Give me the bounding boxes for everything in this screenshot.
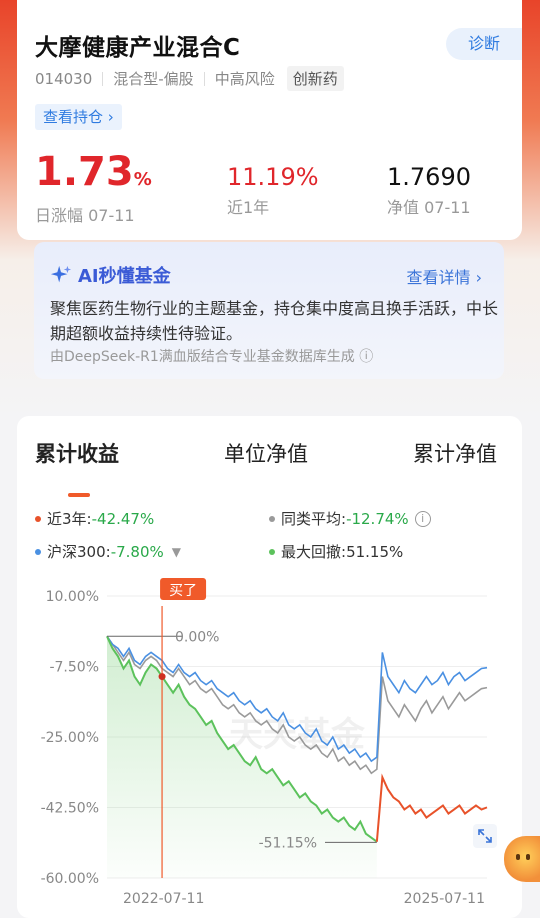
y-tick-label: -7.50% [49, 660, 99, 676]
legend-index-value: -7.80% [110, 542, 164, 561]
watermark: 天天基金 [229, 715, 366, 755]
tab-cumulative-return[interactable]: 累计收益 [35, 438, 119, 468]
ai-title-text: AI秒懂基金 [78, 266, 171, 287]
series-line-fund [375, 773, 488, 842]
chart-tabs: 累计收益 单位净值 累计净值 [17, 438, 522, 497]
fund-tag-badge[interactable]: 创新药 [286, 66, 344, 91]
legend-peer: 同类平均: -12.74% i [269, 508, 431, 529]
ai-title: AI秒懂基金 [50, 262, 171, 288]
day-change-stat: 1.73% 日涨幅 07-11 [35, 152, 152, 226]
legend-drawdown-value: 51.15% [346, 542, 404, 561]
fund-code: 014030 [35, 69, 93, 88]
fund-name: 大摩健康产业混合C [35, 35, 241, 61]
fund-risk: 中高风险 [214, 70, 275, 88]
peak-label: 0.00% [175, 629, 219, 645]
x-end-label: 2025-07-11 [404, 891, 485, 906]
legend-dot [269, 548, 275, 555]
legend-peer-label: 同类平均: [281, 510, 347, 528]
legend-fund-value: -42.47% [91, 509, 155, 528]
nav-value: 1.7690 [387, 163, 471, 191]
fund-tags: 014030 混合型-偏股 中高风险 创新药 [35, 66, 344, 91]
year-change-value: 11.19% [227, 163, 319, 191]
buy-badge-label: 买了 [169, 583, 197, 599]
chart-card: 累计收益 单位净值 累计净值 近3年: -42.47% 同类平均: -12.74… [17, 416, 522, 918]
legend-dot [35, 548, 41, 555]
y-tick-label: 10.00% [46, 589, 99, 605]
day-change-value: 1.73% [35, 149, 152, 195]
info-icon[interactable]: i [414, 510, 431, 527]
view-holdings-button[interactable]: 查看持仓 › [35, 104, 122, 130]
mascot-eye [516, 854, 520, 860]
trough-label: -51.15% [259, 835, 317, 851]
day-change-label: 日涨幅 07-11 [35, 206, 135, 225]
y-tick-label: -60.00% [41, 871, 99, 887]
divider [102, 71, 104, 86]
legend-peer-value: -12.74% [346, 509, 409, 528]
y-tick-label: -42.50% [41, 801, 99, 817]
y-tick-label: -25.00% [41, 730, 99, 746]
legend-dot [269, 515, 275, 522]
divider [203, 71, 205, 86]
tab-cumulative-nav[interactable]: 累计净值 [413, 438, 497, 468]
legend-index-label: 沪深300: [47, 543, 111, 561]
fund-type: 混合型-偏股 [113, 70, 194, 88]
diagnose-button[interactable]: 诊断 [446, 28, 522, 60]
sparkle-icon [50, 265, 72, 283]
mascot-assistant-button[interactable] [504, 836, 540, 882]
return-chart[interactable]: 10.00% -7.50% -25.00% -42.50% -60.00% 天天基金 0.0… [17, 566, 522, 906]
dropdown-triangle-icon[interactable]: ▼ [172, 545, 181, 559]
legend-drawdown-label: 最大回撤: [281, 543, 347, 561]
nav-label: 净值 07-11 [387, 198, 471, 217]
ai-view-details-link[interactable]: 查看详情 › [407, 264, 483, 288]
x-start-label: 2022-07-11 [123, 891, 204, 906]
ai-summary-card[interactable]: AI秒懂基金 查看详情 › 聚焦医药生物行业的主题基金，持仓集中度高且换手活跃，… [34, 242, 504, 379]
legend-fund: 近3年: -42.47% [35, 508, 154, 529]
active-tab-underline [68, 493, 90, 497]
ai-source-note: 由DeepSeek-R1满血版结合专业基金数据库生成 ⓘ [50, 349, 374, 365]
legend-dot [35, 515, 41, 522]
expand-icon-bg [473, 824, 497, 848]
fund-header-card: 大摩健康产业混合C 诊断 014030 混合型-偏股 中高风险 创新药 查看持仓… [17, 0, 522, 240]
mascot-eye [526, 854, 530, 860]
legend-index[interactable]: 沪深300: -7.80% ▼ [35, 541, 181, 562]
legend-drawdown: 最大回撤: 51.15% [269, 541, 403, 562]
legend-fund-label: 近3年: [47, 510, 92, 528]
ai-summary-text: 聚焦医药生物行业的主题基金，持仓集中度高且换手活跃，中长期超额收益持续性待验证。 [50, 299, 499, 343]
year-change-stat: 11.19% 近1年 [227, 162, 319, 218]
year-change-label: 近1年 [227, 198, 270, 217]
nav-stat: 1.7690 净值 07-11 [387, 162, 471, 218]
buy-point [158, 673, 166, 681]
tab-unit-nav[interactable]: 单位净值 [224, 438, 308, 468]
